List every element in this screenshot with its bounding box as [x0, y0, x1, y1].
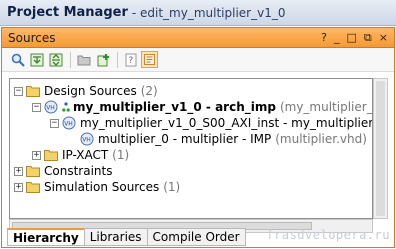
tree-item-label: Design Sources — [44, 84, 137, 98]
hierarchy-top-icon — [62, 100, 70, 114]
tree-item-constraints[interactable]: + Constraints — [14, 163, 112, 179]
maximize-icon[interactable]: □ — [347, 32, 357, 43]
tree-item-axi-inst[interactable]: − VH my_multiplier_v1_0_S00_AXI_inst - m… — [50, 115, 373, 131]
svg-text:?: ? — [128, 56, 133, 66]
item-count: (1) — [112, 148, 130, 162]
item-count: (2) — [140, 84, 158, 98]
project-name: - edit_my_multiplier_v1_0 — [131, 5, 286, 20]
properties-icon[interactable] — [141, 51, 158, 68]
item-count: (1) — [163, 180, 181, 194]
close-icon[interactable]: × — [379, 32, 388, 43]
svg-text:VH: VH — [82, 137, 91, 144]
panel-header: Sources ? _ □ ⧉ × — [2, 28, 394, 48]
tree-item-label: Simulation Sources — [44, 180, 160, 194]
show-hierarchy-icon[interactable]: ? — [122, 51, 139, 68]
sources-panel: Sources ? _ □ ⧉ × ? − Design Sources (2)… — [1, 27, 395, 248]
tree-item-simulation-sources[interactable]: + Simulation Sources (1) — [14, 179, 180, 195]
tab-libraries[interactable]: Libraries — [83, 228, 148, 246]
collapse-all-icon[interactable] — [28, 51, 45, 68]
folder-icon — [44, 148, 58, 162]
tree-item-label: my_multiplier_v1_0 - arch_imp — [73, 100, 276, 114]
toolbar-separator — [117, 51, 118, 68]
folder-icon — [26, 180, 40, 194]
tree-item-design-sources[interactable]: − Design Sources (2) — [14, 83, 158, 99]
panel-controls: ? _ □ ⧉ × — [321, 32, 388, 43]
panel-title: Sources — [8, 30, 56, 45]
minimize-icon[interactable]: _ — [334, 32, 340, 43]
search-icon[interactable] — [9, 51, 26, 68]
tree-item-label: Constraints — [44, 164, 113, 178]
svg-text:VH: VH — [46, 105, 55, 112]
file-name: (my_multiplier_v1_0 — [279, 100, 373, 114]
vhdl-file-icon: VH — [62, 116, 76, 130]
vertical-scrollbar[interactable] — [373, 78, 388, 219]
vhdl-file-icon: VH — [80, 132, 94, 146]
tree-item-label: multiplier_0 - multiplier - IMP — [98, 132, 272, 146]
tree-item-label: IP-XACT — [62, 148, 109, 162]
tree-item-multiplier[interactable]: VH multiplier_0 - multiplier - IMP (mult… — [80, 131, 367, 147]
scroll-thumb[interactable] — [376, 81, 385, 216]
collapse-toggle[interactable]: − — [14, 86, 23, 96]
watermark-text: frasdvelopera.ru — [266, 228, 390, 242]
window-titlebar: Project Manager - edit_my_multiplier_v1_… — [0, 0, 396, 26]
folder-icon — [26, 164, 40, 178]
collapse-toggle[interactable]: − — [32, 102, 41, 112]
tree-item-label: my_multiplier_v1_0_S00_AXI_inst - my_mul… — [80, 116, 373, 130]
sources-tree: − Design Sources (2) − VH my_multiplier_… — [9, 78, 373, 219]
tree-item-top-module[interactable]: − VH my_multiplier_v1_0 - arch_imp (my_m… — [32, 99, 373, 115]
svg-text:VH: VH — [64, 121, 73, 128]
bottom-tab-bar: Hierarchy Libraries Compile Order — [7, 228, 246, 248]
app-title: Project Manager — [7, 5, 128, 20]
file-name: (multiplier.vhd) — [275, 132, 367, 146]
open-folder-icon[interactable] — [75, 51, 92, 68]
help-icon[interactable]: ? — [321, 32, 327, 43]
toolbar-separator — [70, 51, 71, 68]
expand-all-icon[interactable] — [47, 51, 64, 68]
expand-toggle[interactable]: + — [32, 150, 41, 160]
add-sources-icon[interactable] — [94, 51, 111, 68]
float-icon[interactable]: ⧉ — [364, 32, 372, 43]
expand-toggle[interactable]: + — [14, 166, 23, 176]
collapse-toggle[interactable]: − — [50, 118, 59, 128]
vhdl-file-icon: VH — [44, 100, 58, 114]
tab-hierarchy[interactable]: Hierarchy — [7, 228, 85, 246]
tab-compile-order[interactable]: Compile Order — [146, 228, 246, 246]
folder-icon — [26, 84, 40, 98]
tree-item-ip-xact[interactable]: + IP-XACT (1) — [32, 147, 129, 163]
sources-toolbar: ? — [2, 48, 394, 72]
expand-toggle[interactable]: + — [14, 182, 23, 192]
